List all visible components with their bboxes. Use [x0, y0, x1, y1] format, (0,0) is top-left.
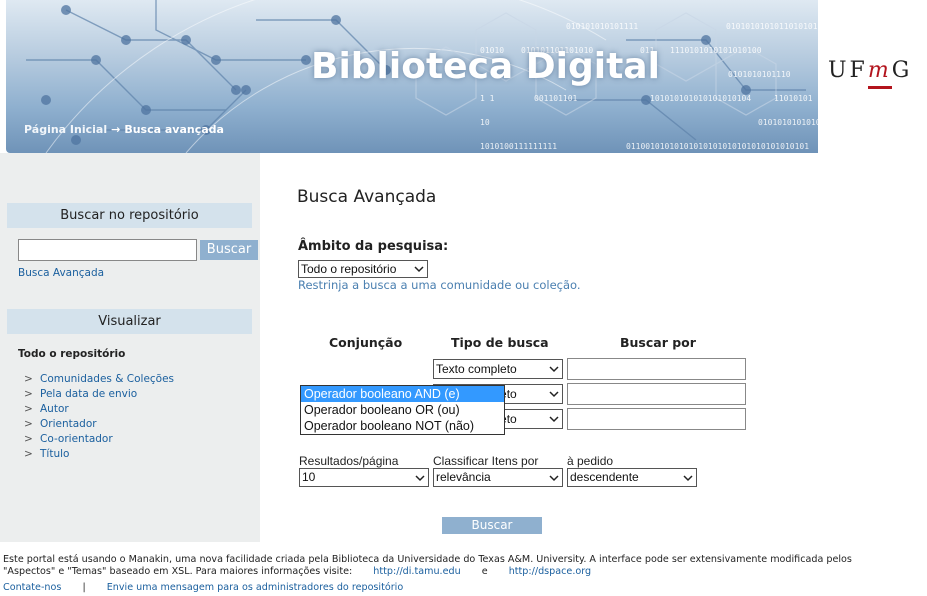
browse-link-date[interactable]: Pela data de envio — [40, 388, 137, 400]
chevron-down-icon — [549, 474, 559, 481]
browse-link-coadvisor[interactable]: Co-orientador — [40, 433, 113, 445]
sidebar-search-button[interactable]: Buscar — [200, 240, 258, 260]
dspace-link[interactable]: http://dspace.org — [509, 566, 591, 577]
footer-and: e — [481, 566, 488, 577]
binary-text: 101010101010101010104 — [650, 94, 751, 103]
site-header: 010101010101111 0101010101011010101010 0… — [0, 0, 927, 153]
ufmg-logo[interactable]: UFmG — [828, 58, 912, 83]
sort-by-select[interactable]: relevância — [433, 468, 563, 487]
search-query-input-3[interactable] — [567, 408, 746, 430]
search-query-input-2[interactable] — [567, 383, 746, 405]
results-per-page-select[interactable]: 10 — [299, 468, 429, 487]
chevron-down-icon — [549, 391, 559, 398]
list-item: > Título — [24, 448, 174, 463]
browse-link-advisor[interactable]: Orientador — [40, 418, 97, 430]
conjunction-option-not[interactable]: Operador booleano NOT (não) — [301, 418, 504, 434]
order-label: à pedido — [567, 454, 614, 468]
footer-separator: | — [82, 582, 86, 593]
chevron-down-icon — [549, 366, 559, 373]
list-item: > Orientador — [24, 418, 174, 433]
chevron-right-icon: > — [24, 373, 33, 385]
conjunction-dropdown[interactable]: Operador booleano AND (e) Operador boole… — [300, 385, 505, 435]
binary-text: 0101010101110 — [728, 70, 791, 79]
results-per-page-label: Resultados/página — [299, 454, 399, 468]
breadcrumb-arrow-icon: → — [111, 123, 121, 136]
binary-text: 010101010101111 — [566, 22, 638, 31]
page-title: Busca Avançada — [297, 187, 437, 207]
order-select[interactable]: descendente — [567, 468, 697, 487]
footer-text-2: "Aspectos" e "Temas" baseado em XSL. Par… — [3, 566, 353, 577]
footer: Este portal está usando o Manakin, uma n… — [0, 542, 927, 596]
search-type-header: Tipo de busca — [451, 335, 549, 350]
admin-message-link[interactable]: Envie uma mensagem para os administrador… — [107, 582, 403, 593]
binary-text: 1010100111111111 — [480, 142, 557, 151]
binary-text: 01100101010101010101010101010101010101 — [626, 142, 809, 151]
browse-heading: Visualizar — [7, 309, 252, 334]
chevron-right-icon: > — [24, 388, 33, 400]
browse-subheading: Todo o repositório — [18, 348, 126, 360]
chevron-down-icon — [415, 474, 425, 481]
conjunction-option-or[interactable]: Operador booleano OR (ou) — [301, 402, 504, 418]
breadcrumb: Página Inicial → Busca avançada — [24, 123, 224, 136]
sidebar-search-input[interactable] — [18, 239, 197, 261]
list-item: > Pela data de envio — [24, 388, 174, 403]
binary-text: 11010101 — [774, 94, 813, 103]
contact-link[interactable]: Contate-nos — [3, 582, 61, 593]
footer-links: Contate-nos | Envie uma mensagem para os… — [3, 582, 403, 593]
search-for-header: Buscar por — [620, 335, 696, 350]
search-heading: Buscar no repositório — [7, 203, 252, 228]
tamu-link[interactable]: http://di.tamu.edu — [373, 566, 460, 577]
chevron-right-icon: > — [24, 448, 33, 460]
browse-link-author[interactable]: Autor — [40, 403, 69, 415]
list-item: > Autor — [24, 403, 174, 418]
chevron-down-icon — [683, 474, 693, 481]
binary-text: 001101101 — [534, 94, 578, 103]
submit-search-button[interactable]: Buscar — [442, 517, 542, 534]
list-item: > Co-orientador — [24, 433, 174, 448]
binary-text: 0101010101011010101010 — [726, 22, 818, 31]
scope-hint: Restrinja a busca a uma comunidade ou co… — [298, 278, 581, 292]
binary-text: 10 — [480, 118, 490, 127]
breadcrumb-home-link[interactable]: Página Inicial — [24, 123, 107, 136]
chevron-right-icon: > — [24, 403, 33, 415]
browse-link-title[interactable]: Título — [40, 448, 69, 460]
chevron-down-icon — [414, 266, 424, 273]
footer-text: Este portal está usando o Manakin, uma n… — [3, 554, 852, 565]
search-type-select-1[interactable]: Texto completo — [433, 359, 563, 379]
advanced-search-link[interactable]: Busca Avançada — [18, 267, 104, 279]
binary-text: 1110101010101010100 — [670, 46, 762, 55]
main-content: Busca Avançada Âmbito da pesquisa: Todo … — [260, 153, 927, 542]
scope-select[interactable]: Todo o repositório — [298, 260, 428, 278]
browse-link-communities[interactable]: Comunidades & Coleções — [40, 373, 174, 385]
chevron-right-icon: > — [24, 418, 33, 430]
sort-by-label: Classificar Itens por — [433, 454, 539, 468]
scope-select-value: Todo o repositório — [301, 262, 397, 276]
footer-info-line: "Aspectos" e "Temas" baseado em XSL. Par… — [3, 566, 591, 577]
list-item: > Comunidades & Coleções — [24, 373, 174, 388]
header-banner: 010101010101111 0101010101011010101010 0… — [6, 0, 818, 153]
conjunction-option-and[interactable]: Operador booleano AND (e) — [301, 386, 504, 402]
conjunction-header: Conjunção — [329, 335, 403, 350]
binary-text: 0101010101010 — [758, 118, 818, 127]
binary-text: 1 1 — [480, 94, 495, 103]
search-query-input-1[interactable] — [567, 358, 746, 380]
browse-list: > Comunidades & Coleções > Pela data de en… — [24, 373, 174, 463]
sidebar: Buscar no repositório Buscar Busca Avanç… — [0, 153, 260, 542]
scope-label: Âmbito da pesquisa: — [298, 239, 449, 254]
chevron-right-icon: > — [24, 433, 33, 445]
chevron-down-icon — [549, 416, 559, 423]
breadcrumb-current: Busca avançada — [124, 123, 224, 136]
site-title: Biblioteca Digital — [311, 46, 660, 87]
